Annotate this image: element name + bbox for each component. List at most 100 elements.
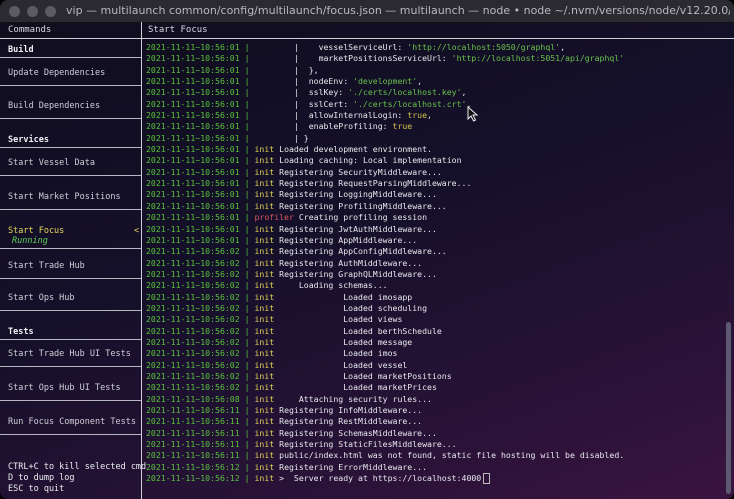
log-separator: |	[244, 405, 250, 415]
log-timestamp: 2021-11-11~10:56:01	[146, 189, 240, 200]
log-timestamp: 2021-11-11~10:56:01	[146, 121, 240, 132]
log-tag: init	[254, 427, 275, 438]
sidebar-item-update-dependencies[interactable]: Update Dependencies	[8, 68, 105, 78]
minimize-window-button[interactable]	[27, 6, 38, 17]
log-message: Loaded vessel	[279, 359, 408, 370]
selected-marker: <	[134, 226, 140, 236]
log-tag: init	[254, 223, 275, 234]
log-message: Loaded scheduling	[279, 302, 428, 313]
log-tag: init	[254, 348, 275, 359]
log-timestamp: 2021-11-11~10:56:11	[146, 439, 240, 450]
log-line: 2021-11-11~10:56:02 | init Registering A…	[146, 246, 716, 257]
log-separator: |	[244, 212, 250, 223]
log-timestamp: 2021-11-11~10:56:02	[146, 314, 240, 325]
log-tag: init	[254, 336, 275, 347]
log-timestamp: 2021-11-11~10:56:02	[146, 291, 240, 302]
log-line: 2021-11-11~10:56:01 | | },	[146, 65, 716, 76]
log-line: 2021-11-11~10:56:01 | | marketPositionsS…	[146, 53, 716, 64]
log-config-line: | }	[254, 132, 309, 143]
log-message: Registering GraphQLMiddleware...	[279, 268, 437, 279]
log-separator: |	[244, 325, 250, 336]
log-timestamp: 2021-11-11~10:56:02	[146, 325, 240, 336]
log-separator: |	[244, 359, 250, 370]
log-message: Loaded views	[279, 314, 403, 325]
log-timestamp: 2021-11-11~10:56:02	[146, 359, 240, 370]
log-message: Loading caching: Local implementation	[279, 155, 462, 166]
log-tag: init	[254, 370, 275, 381]
sidebar-item-run-focus-component-tests[interactable]: Run Focus Component Tests	[8, 417, 136, 427]
sidebar-item-start-vessel-data[interactable]: Start Vessel Data	[8, 158, 95, 168]
log-timestamp: 2021-11-11~10:56:01	[146, 155, 240, 166]
sidebar-item-start-market-positions[interactable]: Start Market Positions	[8, 192, 121, 202]
log-tag: init	[254, 393, 275, 404]
log-timestamp: 2021-11-11~10:56:02	[146, 302, 240, 313]
log-separator: |	[244, 64, 250, 75]
log-message: Loaded message	[279, 336, 413, 347]
log-separator: |	[244, 178, 250, 189]
scrollbar-thumb[interactable]	[726, 322, 731, 494]
sidebar-item-start-ops-hub[interactable]: Start Ops Hub	[8, 293, 75, 303]
log-line: 2021-11-11~10:56:02 | init Loaded messag…	[146, 337, 716, 348]
output-header: Start Focus	[148, 25, 208, 35]
log-line: 2021-11-11~10:56:01 | | allowInternalLog…	[146, 110, 716, 121]
log-tag: init	[254, 155, 275, 166]
sidebar-item-start-ops-hub-ui-tests[interactable]: Start Ops Hub UI Tests	[8, 383, 121, 393]
close-window-button[interactable]	[9, 6, 20, 17]
log-separator: |	[244, 427, 250, 438]
log-config-line: | nodeEnv: 'development',	[254, 76, 423, 87]
log-tag: init	[254, 314, 275, 325]
log-timestamp: 2021-11-11~10:56:01	[146, 132, 240, 143]
log-message: Loaded development environment.	[279, 144, 432, 155]
log-tag: init	[254, 189, 275, 200]
log-separator: |	[244, 53, 250, 64]
log-message: Registering AppConfigMiddleware...	[279, 246, 447, 257]
log-separator: |	[244, 280, 250, 291]
log-line: 2021-11-11~10:56:02 | init Registering G…	[146, 269, 716, 280]
log-separator: |	[244, 200, 250, 211]
sidebar-item-start-trade-hub[interactable]: Start Trade Hub	[8, 261, 85, 271]
log-message: Registering StaticFilesMiddleware...	[279, 439, 457, 450]
keybinding-hint: CTRL+C to kill selected cmd	[8, 462, 147, 472]
log-separator: |	[244, 450, 250, 461]
log-timestamp: 2021-11-11~10:56:01	[146, 166, 240, 177]
sidebar-item-start-trade-hub-ui-tests[interactable]: Start Trade Hub UI Tests	[8, 349, 131, 359]
log-message: Registering SecurityMiddleware...	[279, 166, 442, 177]
log-line: 2021-11-11~10:56:01 | | sslKey: './certs…	[146, 87, 716, 98]
zoom-window-button[interactable]	[45, 6, 56, 17]
sidebar-item-build-dependencies[interactable]: Build Dependencies	[8, 101, 100, 111]
log-tag: init	[254, 200, 275, 211]
log-timestamp: 2021-11-11~10:56:01	[146, 42, 240, 52]
log-line: 2021-11-11~10:56:02 | init Loaded schedu…	[146, 303, 716, 314]
log-timestamp: 2021-11-11~10:56:01	[146, 64, 240, 75]
log-message: Registering JwtAuthMiddleware...	[279, 223, 437, 234]
log-line: 2021-11-11~10:56:11 | init Registering R…	[146, 416, 716, 427]
log-message: Loading schemas...	[279, 280, 388, 291]
log-config-line: | vesselServiceUrl: 'http://localhost:50…	[254, 42, 566, 52]
log-line: 2021-11-11~10:56:12 | init Registering E…	[146, 462, 716, 473]
log-timestamp: 2021-11-11~10:56:01	[146, 223, 240, 234]
log-line: 2021-11-11~10:56:02 | init Loaded imosap…	[146, 292, 716, 303]
log-tag: init	[254, 325, 275, 336]
sidebar-section-build: Build	[8, 45, 34, 55]
running-status: Running	[12, 236, 48, 246]
log-message: Registering ProfilingMiddleware...	[279, 200, 447, 211]
log-line: 2021-11-11~10:56:01 | init Registering R…	[146, 178, 716, 189]
window-title: vip — multilaunch common/config/multilau…	[66, 4, 730, 17]
log-message: Registering LoggingMiddleware...	[279, 189, 437, 200]
log-timestamp: 2021-11-11~10:56:02	[146, 348, 240, 359]
log-timestamp: 2021-11-11~10:56:11	[146, 416, 240, 427]
pane-divider	[141, 22, 142, 499]
section-divider	[0, 57, 141, 58]
sidebar-item-start-focus[interactable]: Start Focus	[8, 226, 64, 236]
log-line: 2021-11-11~10:56:11 | init Registering I…	[146, 405, 716, 416]
log-tag: init	[254, 382, 275, 393]
log-line: 2021-11-11~10:56:02 | init Loaded vessel	[146, 360, 716, 371]
log-timestamp: 2021-11-11~10:56:02	[146, 370, 240, 381]
log-separator: |	[244, 314, 250, 325]
log-timestamp: 2021-11-11~10:56:02	[146, 257, 240, 268]
log-timestamp: 2021-11-11~10:56:12	[146, 473, 240, 484]
log-tag: init	[254, 473, 275, 484]
sidebar-section-tests: Tests	[8, 327, 34, 337]
log-separator: |	[244, 76, 250, 87]
log-tag: init	[254, 359, 275, 370]
